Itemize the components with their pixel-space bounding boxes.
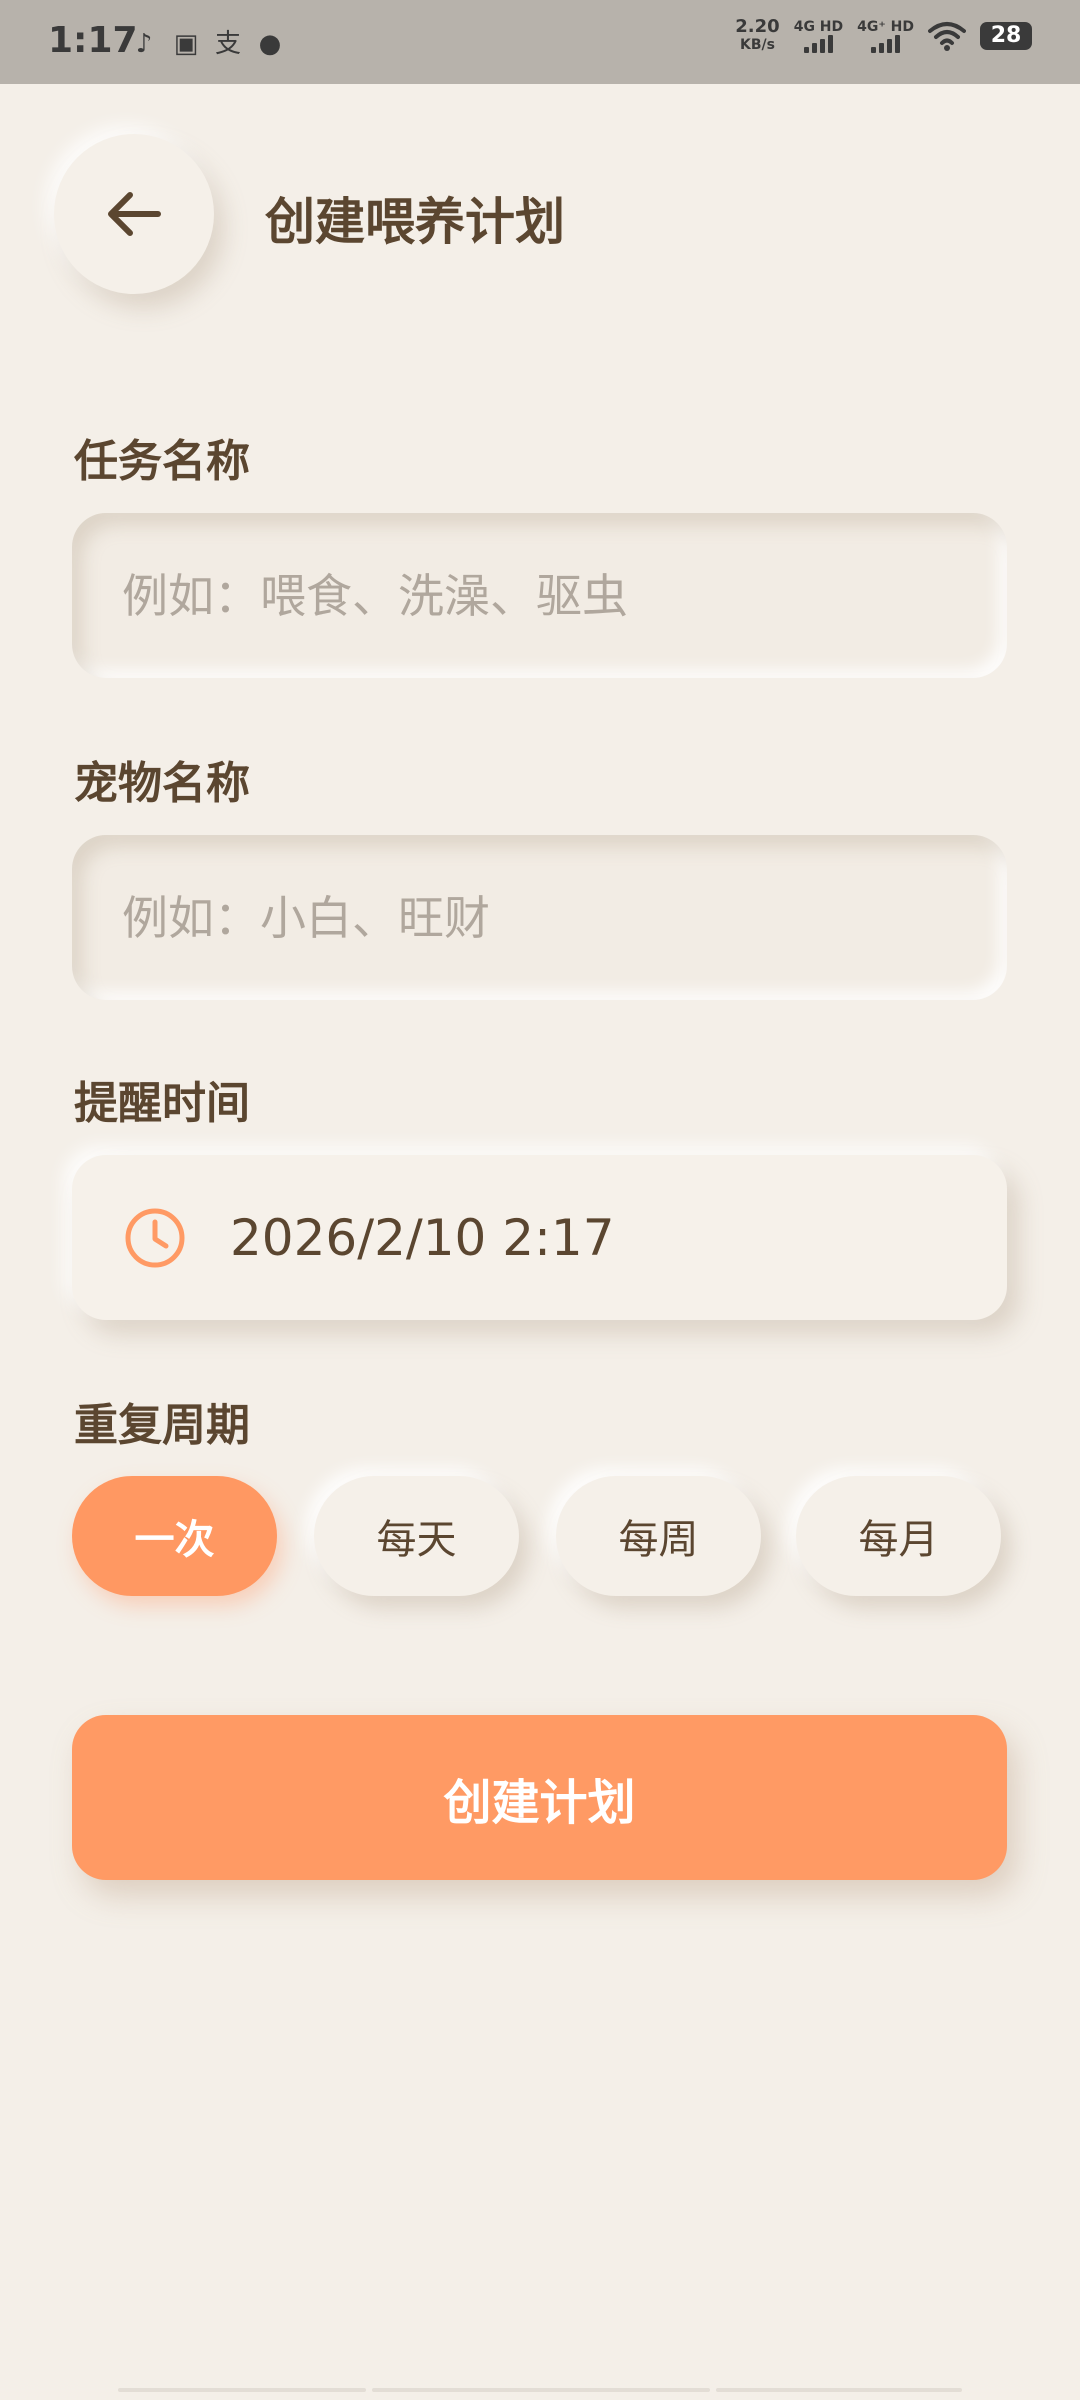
sim2-label: 4G⁺ HD	[857, 19, 914, 35]
remind-time-value: 2026/2/10 2:17	[230, 1208, 615, 1267]
repeat-label: 重复周期	[74, 1400, 250, 1451]
wifi-icon	[928, 22, 966, 51]
repeat-option-once[interactable]: 一次	[72, 1476, 277, 1596]
message-bubble-icon: ●	[258, 29, 282, 59]
nav-hint-segment	[716, 2388, 962, 2392]
sim1-signal: 4G HD	[794, 19, 843, 53]
repeat-option-weekly[interactable]: 每周	[556, 1476, 761, 1596]
remind-time-label: 提醒时间	[74, 1078, 250, 1129]
signal-bars-icon	[871, 35, 901, 53]
task-name-field	[72, 513, 1007, 678]
battery-icon: 28	[980, 22, 1032, 50]
sim2-signal: 4G⁺ HD	[857, 19, 914, 53]
repeat-option-monthly[interactable]: 每月	[796, 1476, 1001, 1596]
tiktok-icon: ♪	[135, 29, 153, 59]
pet-name-input[interactable]	[72, 835, 1007, 1000]
app-notification-icon: ▣	[173, 29, 199, 59]
task-name-label: 任务名称	[74, 436, 250, 487]
arrow-left-icon	[108, 192, 161, 236]
task-name-input[interactable]	[72, 513, 1007, 678]
status-time: 1:17	[48, 20, 138, 61]
repeat-option-daily[interactable]: 每天	[314, 1476, 519, 1596]
create-plan-button[interactable]: 创建计划	[72, 1715, 1007, 1880]
remind-time-picker[interactable]: 2026/2/10 2:17	[72, 1155, 1007, 1320]
network-speed-unit: KB/s	[740, 37, 775, 53]
sim1-label: 4G HD	[793, 19, 844, 35]
pet-name-label: 宠物名称	[74, 758, 250, 809]
status-bar: 1:17 ♪ ▣ 支 ● 2.20 KB/s 4G HD 4G⁺ HD 28	[0, 0, 1080, 84]
network-speed: 2.20 KB/s	[735, 18, 779, 54]
pet-name-field	[72, 835, 1007, 1000]
signal-bars-icon	[803, 35, 833, 53]
clock-icon	[125, 1208, 185, 1267]
alipay-icon: 支	[214, 29, 241, 59]
nav-hint-segment	[372, 2388, 710, 2392]
page-title: 创建喂养计划	[265, 193, 565, 251]
nav-hint-segment	[118, 2388, 366, 2392]
notification-icons: ♪ ▣ 支 ●	[130, 30, 284, 58]
back-button[interactable]	[54, 134, 214, 294]
network-speed-value: 2.20	[735, 16, 780, 37]
